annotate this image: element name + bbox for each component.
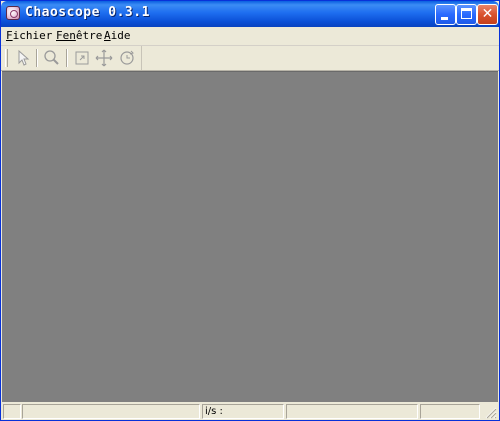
- rotate-icon: [120, 50, 134, 65]
- menu-fichier-label: ichier: [12, 29, 53, 42]
- status-bar: i/s :: [1, 402, 499, 420]
- app-icon[interactable]: [6, 6, 20, 20]
- menu-fenetre-mnemonic: Fen: [56, 29, 76, 42]
- minimize-button[interactable]: [435, 4, 456, 25]
- zoom-tool-button[interactable]: [42, 48, 62, 68]
- render-canvas[interactable]: [2, 71, 498, 402]
- toolbar-grip[interactable]: [5, 49, 8, 67]
- pan-tool-button[interactable]: [94, 48, 114, 68]
- status-pane-2: [22, 404, 200, 419]
- maximize-button[interactable]: [456, 4, 477, 25]
- rotate-tool-button[interactable]: [117, 48, 137, 68]
- resize-grip-icon[interactable]: [483, 405, 497, 419]
- pan-icon: [95, 49, 113, 67]
- toolbar-end-divider: [141, 46, 142, 70]
- status-pane-1: [3, 404, 21, 419]
- close-icon: ✕: [481, 6, 494, 22]
- menu-fenetre-label: être: [75, 29, 103, 42]
- close-button[interactable]: ✕: [477, 4, 498, 25]
- zoom-icon: [44, 50, 59, 65]
- minimize-icon: [441, 17, 448, 20]
- window-title: Chaoscope 0.3.1: [25, 5, 150, 20]
- status-pane-5: [420, 404, 480, 419]
- menu-fichier[interactable]: Fichier: [6, 28, 52, 44]
- toolbar-separator: [66, 49, 68, 67]
- pointer-icon: [18, 49, 30, 66]
- app-window: Chaoscope 0.3.1 ✕ Fichier Fenêtre Aide i…: [0, 0, 500, 421]
- toolbar-separator: [36, 49, 38, 67]
- menu-aide[interactable]: Aide: [104, 28, 131, 44]
- menu-aide-label: ide: [110, 29, 131, 42]
- menu-bar: Fichier Fenêtre Aide: [1, 27, 499, 46]
- menu-fichier-mnemonic: F: [6, 29, 13, 42]
- menu-fenetre[interactable]: Fenêtre: [56, 28, 102, 44]
- pointer-tool-button[interactable]: [13, 48, 33, 68]
- fit-view-tool-button[interactable]: [72, 48, 92, 68]
- status-iterations-per-second: i/s :: [202, 404, 284, 419]
- fit-view-icon: [75, 51, 89, 65]
- title-bar[interactable]: Chaoscope 0.3.1 ✕: [1, 1, 499, 27]
- menu-aide-mnemonic: A: [104, 29, 111, 42]
- maximize-icon: [461, 8, 472, 19]
- toolbar: [1, 46, 499, 71]
- status-pane-4: [286, 404, 418, 419]
